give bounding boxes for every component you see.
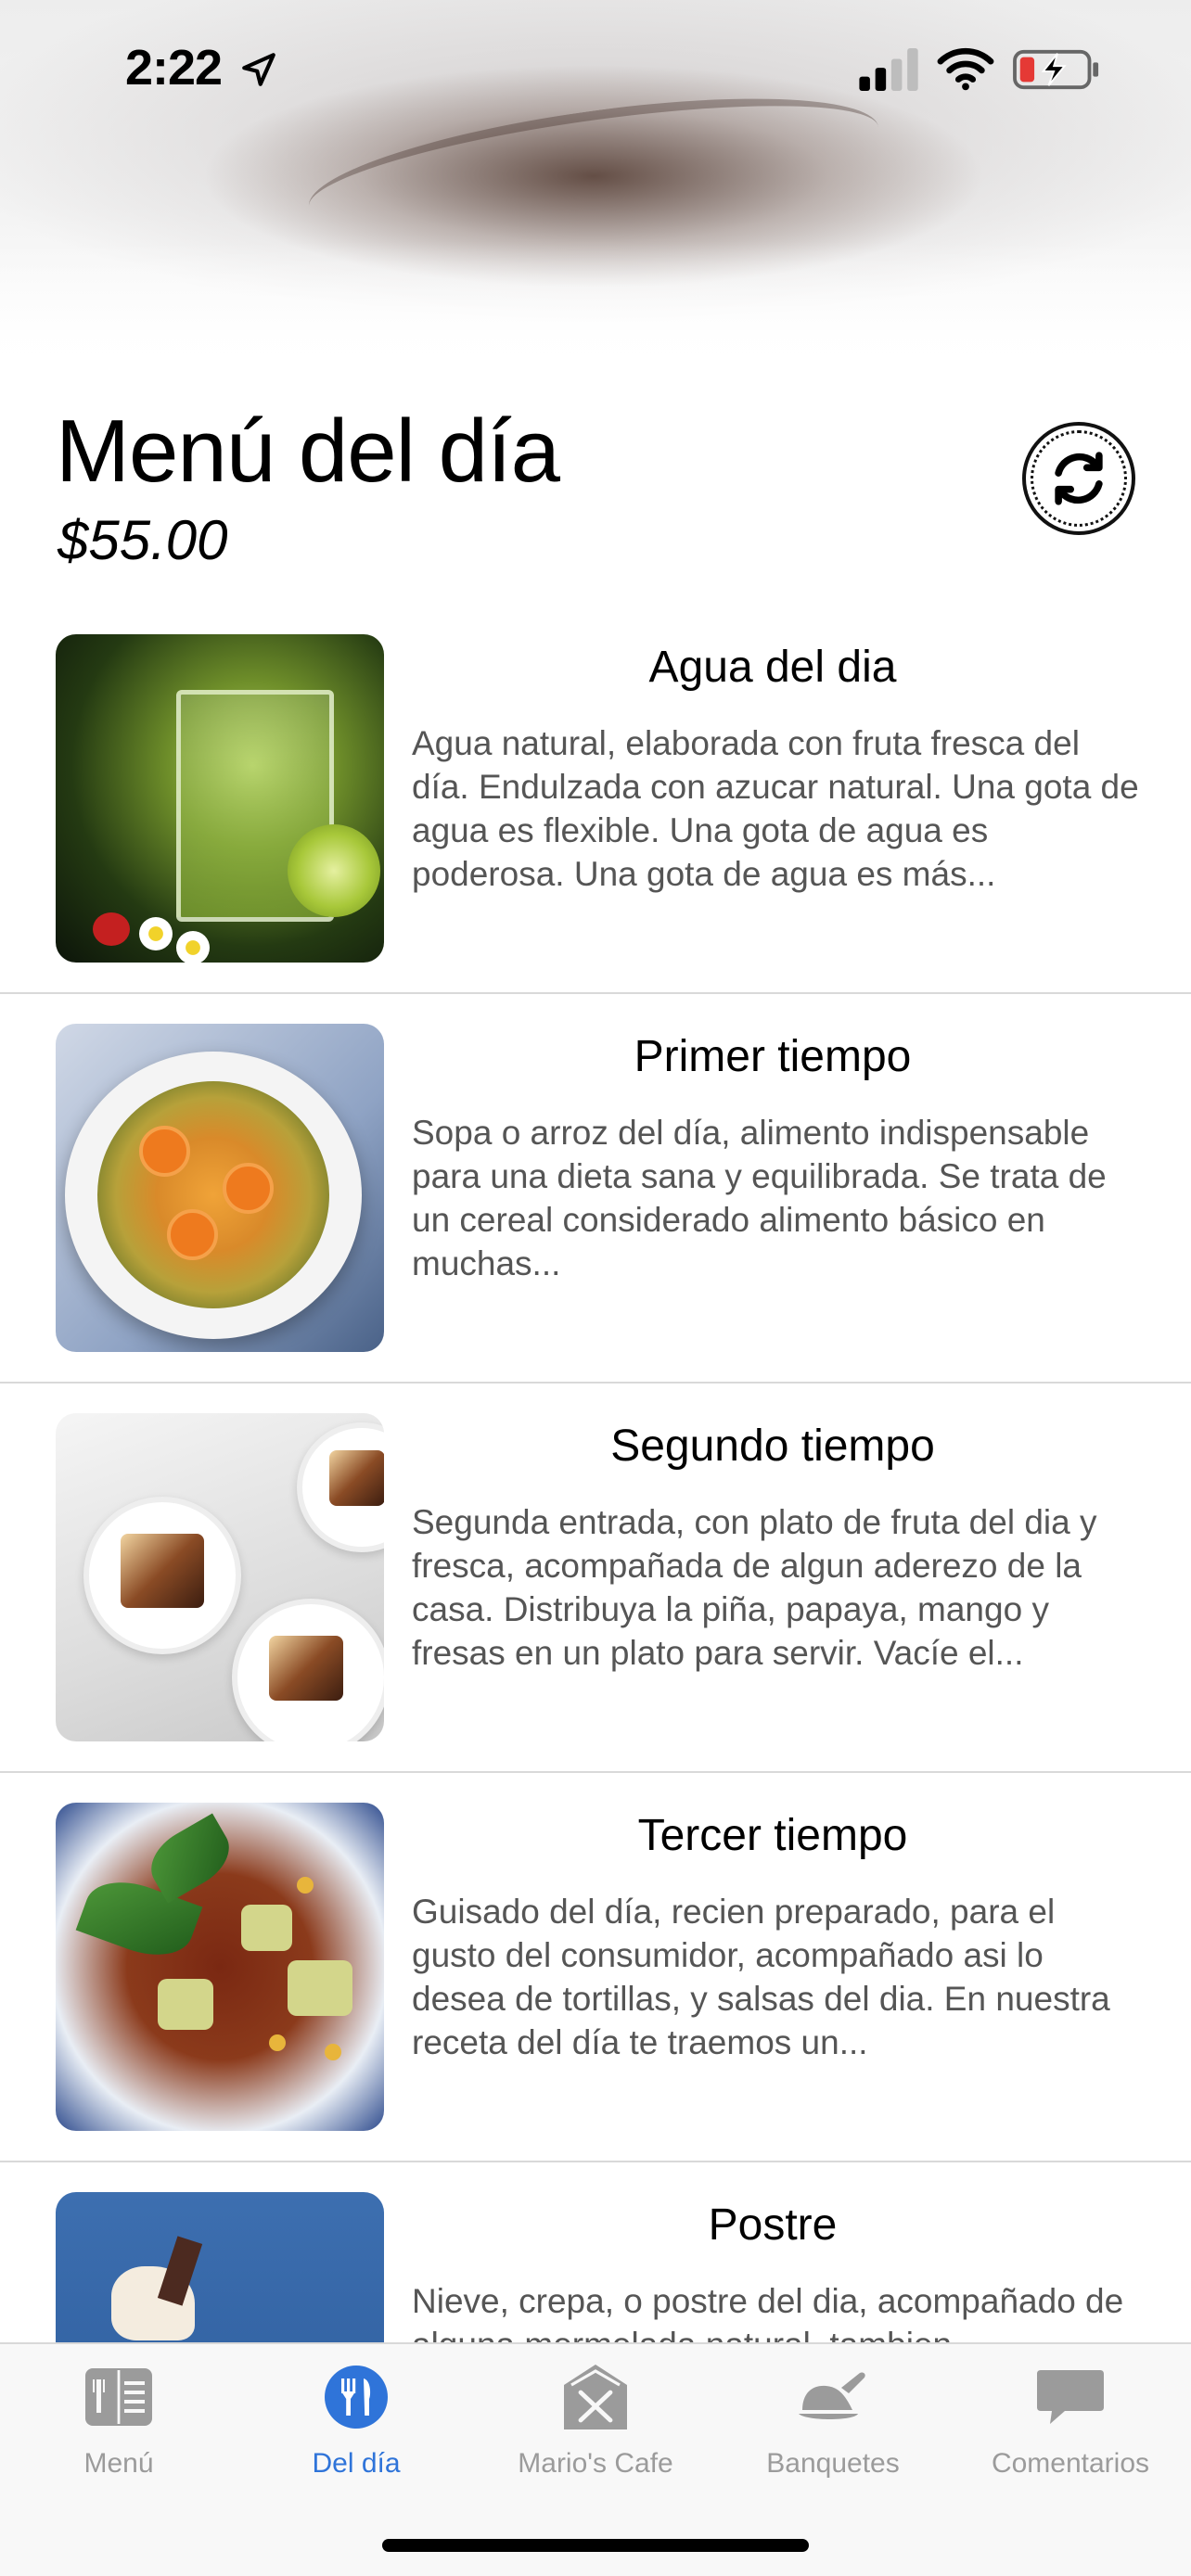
menu-item-description: Nieve, crepa, o postre del dia, acompaña…: [412, 2282, 1124, 2342]
menu-item-description: Sopa o arroz del día, alimento indispens…: [412, 1114, 1107, 1282]
chat-bubble-icon: [1037, 2370, 1104, 2424]
tab-comentarios[interactable]: Comentarios: [952, 2363, 1189, 2502]
menu-book-icon: [85, 2368, 152, 2426]
tab-label: Del día: [312, 2448, 401, 2479]
menu-item-primer-tiempo[interactable]: Primer tiempo Sopa o arroz del día, alim…: [0, 992, 1191, 1382]
tab-label: Comentarios: [991, 2448, 1150, 2479]
menu-item-tercer-tiempo[interactable]: Tercer tiempo Guisado del día, recien pr…: [0, 1771, 1191, 2161]
menu-item-postre[interactable]: Postre Nieve, crepa, o postre del dia, a…: [0, 2161, 1191, 2342]
restaurant-house-icon: [564, 2365, 627, 2429]
fork-knife-icon: [325, 2366, 388, 2429]
tab-marios-cafe[interactable]: Mario's Cafe: [477, 2363, 714, 2502]
menu-item-agua[interactable]: Agua del dia Agua natural, elaborada con…: [0, 603, 1191, 992]
ice-cream-image: [56, 2192, 384, 2342]
tab-label: Mario's Cafe: [518, 2448, 673, 2479]
status-time: 2:22: [125, 40, 223, 96]
menu-item-title: Postre: [708, 2200, 838, 2250]
lime-water-image: [56, 634, 384, 963]
status-bar: 2:22: [0, 0, 1191, 139]
menu-item-description: Agua natural, elaborada con fruta fresca…: [412, 724, 1139, 893]
tab-del-dia[interactable]: Del día: [237, 2363, 475, 2502]
refresh-icon: [1055, 452, 1103, 505]
page-title: Menú del día: [56, 402, 560, 501]
tab-banquetes[interactable]: Banquetes: [714, 2363, 952, 2502]
battery-low-charging-icon: [1013, 49, 1099, 90]
wifi-icon: [937, 47, 994, 91]
cellular-signal-icon: [859, 48, 918, 91]
location-arrow-icon: [242, 53, 275, 86]
menu-item-description: Guisado del día, recien preparado, para …: [412, 1893, 1110, 2061]
tab-label: Banquetes: [766, 2448, 900, 2479]
serving-dish-icon: [799, 2372, 865, 2419]
menu-item-title: Segundo tiempo: [610, 1422, 935, 1471]
menu-item-title: Agua del dia: [648, 643, 897, 692]
home-indicator[interactable]: [382, 2539, 809, 2552]
dessert-plates-image: [56, 1413, 384, 1741]
tab-label: Menú: [83, 2448, 154, 2479]
tab-menu[interactable]: Menú: [0, 2363, 237, 2502]
soup-bowl-image: [56, 1024, 384, 1352]
menu-price: $55.00: [58, 509, 228, 571]
menu-item-description: Segunda entrada, con plato de fruta del …: [412, 1503, 1097, 1672]
refresh-button[interactable]: [1022, 422, 1135, 535]
menu-item-title: Primer tiempo: [634, 1032, 912, 1081]
stew-plate-image: [56, 1803, 384, 2131]
menu-item-segundo-tiempo[interactable]: Segundo tiempo Segunda entrada, con plat…: [0, 1382, 1191, 1771]
menu-list[interactable]: Agua del dia Agua natural, elaborada con…: [0, 603, 1191, 2342]
menu-item-title: Tercer tiempo: [637, 1811, 908, 1860]
